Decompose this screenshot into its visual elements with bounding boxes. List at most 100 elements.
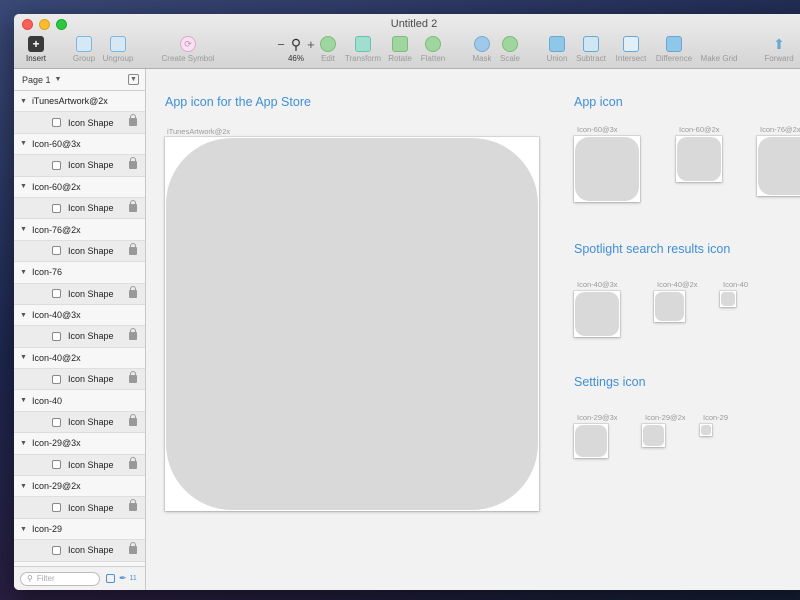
window-title: Untitled 2 [390,18,438,30]
layer-item[interactable]: Icon Shape [14,454,145,477]
artboard-icon-40-3x[interactable] [574,291,620,337]
canvas[interactable]: App icon for the App Store iTunesArtwork… [147,69,800,590]
disclosure-triangle-icon[interactable]: ▼ [20,140,27,147]
artboard-icon-29[interactable] [700,424,712,436]
artboard-icon-76-2x[interactable] [757,136,800,196]
edit-icon [320,36,336,52]
layer-item[interactable]: Icon Shape [14,197,145,220]
layer-item[interactable]: Icon Shape [14,283,145,305]
transform-icon [355,36,371,52]
icon-shape [721,292,735,306]
lock-icon[interactable] [129,413,137,426]
ungroup-label: Ungroup [102,54,134,63]
lock-icon[interactable] [129,114,137,127]
layer-group-name: Icon-29@3x [31,438,81,449]
lock-icon[interactable] [129,199,137,212]
forward-button[interactable]: ⬆ Forward [752,36,800,63]
icon-shape [166,138,538,510]
artboard-icon-29-3x[interactable] [574,424,608,458]
disclosure-triangle-icon[interactable]: ▼ [20,526,27,533]
artboard-label: Icon-60@2x [679,125,720,134]
disclosure-triangle-icon[interactable]: ▼ [20,269,27,276]
layer-item-name: Icon Shape [68,545,114,556]
layer-group[interactable]: ▼ Icon-29 [14,518,145,541]
artboard-icon-29-2x[interactable] [642,424,665,447]
layer-group[interactable]: ▼ Icon-60@2x [14,176,145,198]
toolbar: Untitled 2 + Insert Group Ungroup ⟳ Crea… [14,14,800,69]
difference-icon [666,36,682,52]
page-selector[interactable]: Page 1 ▼ ▼ [14,69,145,91]
disclosure-triangle-icon[interactable]: ▼ [20,397,27,404]
insert-button[interactable]: + Insert [14,36,63,63]
filter-bar: ⚲ Filter ✒ 11 [14,566,145,590]
make-grid-button[interactable]: Make Grid [692,36,746,63]
shape-icon [52,460,61,470]
layer-item[interactable]: Icon Shape [14,540,145,562]
collapse-pages-icon[interactable]: ▼ [128,74,139,85]
layer-item[interactable]: Icon Shape [14,497,145,519]
layer-item[interactable]: Icon Shape [14,112,145,134]
zoom-out-button[interactable]: − [277,37,285,52]
layer-group-name: Icon-29@2x [31,481,81,492]
layer-group[interactable]: ▼ Icon-76@2x [14,219,145,241]
disclosure-triangle-icon[interactable]: ▼ [20,354,27,361]
ungroup-button[interactable]: Ungroup [91,36,145,63]
layer-item[interactable]: Icon Shape [14,240,145,263]
layer-item[interactable]: Icon Shape [14,326,145,348]
layer-group[interactable]: ▼ Icon-40@2x [14,347,145,370]
disclosure-triangle-icon[interactable]: ▼ [20,226,27,233]
layer-group[interactable]: ▼ iTunesArtwork@2x [14,91,145,113]
layer-group[interactable]: ▼ Icon-40@3x [14,304,145,327]
plus-icon: + [28,36,44,52]
layer-item[interactable]: Icon Shape [14,411,145,434]
layer-group[interactable]: ▼ Icon-76 [14,262,145,284]
layer-group-name: Icon-60@2x [31,181,81,192]
layer-group[interactable]: ▼ Icon-29@3x [14,433,145,455]
forward-label: Forward [764,54,794,63]
artboard-label: Icon-40@2x [657,280,698,289]
layer-group[interactable]: ▼ Icon-29@2x [14,476,145,498]
filter-input[interactable]: ⚲ Filter [20,571,100,586]
layer-item[interactable]: Icon Shape [14,155,145,177]
create-symbol-button[interactable]: ⟳ Create Symbol [161,36,215,63]
layer-group-name: Icon-40@3x [31,310,81,321]
lock-icon[interactable] [129,499,137,512]
lock-icon[interactable] [129,242,137,255]
disclosure-triangle-icon[interactable]: ▼ [20,183,27,190]
layer-item-name: Icon Shape [68,117,114,128]
artboard-itunes-artwork[interactable] [165,137,539,511]
lock-icon[interactable] [129,456,137,469]
pen-filter-icon[interactable]: ✒ [119,573,127,584]
artboard-icon-60-3x[interactable] [574,136,640,202]
disclosure-triangle-icon[interactable]: ▼ [20,312,27,319]
layers-sidebar: Page 1 ▼ ▼ ▼ iTunesArtwork@2x Icon Shape … [14,69,146,590]
lock-icon[interactable] [129,371,137,384]
edit-label: Edit [321,54,335,63]
layer-group[interactable]: ▼ Icon-60@3x [14,133,145,156]
artboard-icon-40[interactable] [720,291,736,307]
make-grid-label: Make Grid [700,54,738,63]
lock-icon[interactable] [129,328,137,341]
disclosure-triangle-icon[interactable]: ▼ [20,98,27,105]
forward-icon: ⬆ [773,36,785,52]
lock-icon[interactable] [129,285,137,298]
lock-icon[interactable] [129,542,137,555]
artboard-icon-40-2x[interactable] [654,291,685,322]
layer-item[interactable]: Icon Shape [14,369,145,391]
shape-icon [52,417,61,427]
layer-group[interactable]: ▼ Icon-40 [14,390,145,412]
artboard-filter-icon[interactable] [106,574,115,583]
artboard-label: Icon-60@3x [577,125,618,134]
disclosure-triangle-icon[interactable]: ▼ [20,440,27,447]
shape-icon [52,545,61,555]
flatten-icon [425,36,441,52]
flatten-button[interactable]: Flatten [406,36,460,63]
artboard-icon-60-2x[interactable] [676,136,722,182]
shape-icon [52,118,61,128]
lock-icon[interactable] [129,157,137,170]
scale-button[interactable]: Scale [483,36,537,63]
layer-list: ▼ iTunesArtwork@2x Icon Shape ▼ Icon-60@3x… [14,91,145,562]
layer-item-name: Icon Shape [68,203,114,214]
layer-item-name: Icon Shape [68,502,114,513]
disclosure-triangle-icon[interactable]: ▼ [20,483,27,490]
